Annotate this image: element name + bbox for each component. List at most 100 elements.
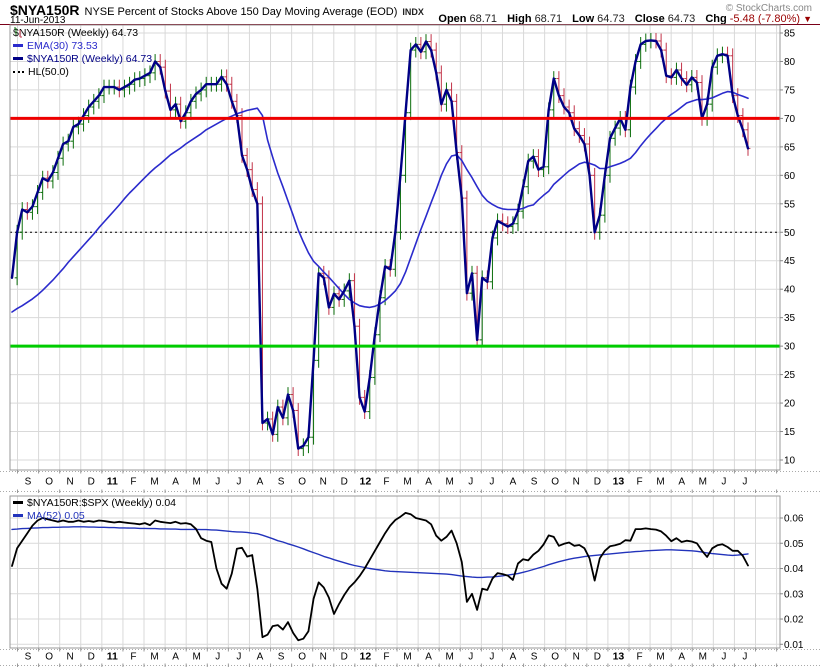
svg-text:A: A <box>510 652 517 663</box>
svg-text:20: 20 <box>784 399 796 410</box>
legend-ema-row: EMA(30) 73.53 <box>13 40 152 53</box>
svg-text:35: 35 <box>784 313 796 324</box>
svg-text:M: M <box>446 652 454 663</box>
svg-text:S: S <box>531 652 538 663</box>
svg-text:15: 15 <box>784 427 796 438</box>
svg-text:J: J <box>215 477 220 488</box>
svg-text:J: J <box>215 652 220 663</box>
svg-text:D: D <box>594 477 601 488</box>
svg-text:M: M <box>699 652 707 663</box>
svg-text:N: N <box>320 652 327 663</box>
svg-text:65: 65 <box>784 142 796 153</box>
svg-text:45: 45 <box>784 256 796 267</box>
hl-dotted-swatch <box>13 71 24 73</box>
price-chart-svg: 85 80 75 70 65 60 55 50 45 40 35 30 25 20 15 10 S O N D 11 F M… <box>0 24 820 667</box>
svg-text:N: N <box>573 652 580 663</box>
svg-text:60: 60 <box>784 171 796 182</box>
legend-closeline-row: $NYA150R (Weekly) 64.73 <box>13 53 152 66</box>
svg-text:F: F <box>636 477 642 488</box>
svg-text:M: M <box>150 477 158 488</box>
svg-text:O: O <box>298 652 306 663</box>
svg-text:A: A <box>172 477 179 488</box>
svg-text:A: A <box>425 652 432 663</box>
svg-text:J: J <box>489 652 494 663</box>
candlestick-icon <box>14 27 22 38</box>
svg-text:A: A <box>510 477 517 488</box>
svg-text:D: D <box>341 652 348 663</box>
svg-text:A: A <box>172 652 179 663</box>
stockcharts-page: $NYA150R NYSE Percent of Stocks Above 150… <box>0 0 820 668</box>
svg-text:D: D <box>341 477 348 488</box>
indicator-legend: $NYA150R:$SPX (Weekly) 0.04 MA(52) 0.05 <box>13 497 176 523</box>
svg-text:A: A <box>257 652 264 663</box>
legend-hl-label: HL(50.0) <box>28 66 69 78</box>
legend-price-row: $NYA150R (Weekly) 64.73 <box>13 27 152 40</box>
svg-text:M: M <box>656 477 664 488</box>
svg-text:O: O <box>45 652 53 663</box>
legend-ema-label: EMA(30) 73.53 <box>27 40 98 52</box>
svg-text:J: J <box>721 477 726 488</box>
svg-text:0.04: 0.04 <box>784 564 804 575</box>
svg-text:M: M <box>150 652 158 663</box>
svg-text:M: M <box>656 652 664 663</box>
legend-price-label: $NYA150R (Weekly) 64.73 <box>13 27 139 39</box>
svg-text:D: D <box>88 477 95 488</box>
svg-text:A: A <box>678 477 685 488</box>
svg-text:0.02: 0.02 <box>784 615 804 626</box>
svg-text:N: N <box>573 477 580 488</box>
svg-text:F: F <box>130 477 136 488</box>
svg-text:40: 40 <box>784 285 796 296</box>
svg-text:A: A <box>425 477 432 488</box>
svg-text:11: 11 <box>107 476 118 488</box>
close-line-swatch <box>13 57 23 60</box>
svg-text:J: J <box>721 652 726 663</box>
svg-text:0.05: 0.05 <box>784 539 804 550</box>
legend-closeline-label: $NYA150R (Weekly) 64.73 <box>27 53 153 65</box>
svg-text:O: O <box>298 477 306 488</box>
svg-text:12: 12 <box>360 651 372 663</box>
legend-ma-label: MA(52) 0.05 <box>27 510 85 522</box>
svg-text:J: J <box>489 477 494 488</box>
svg-text:O: O <box>551 477 559 488</box>
svg-text:N: N <box>320 477 327 488</box>
svg-text:11: 11 <box>107 651 118 663</box>
svg-text:0.06: 0.06 <box>784 514 804 525</box>
svg-text:O: O <box>45 477 53 488</box>
svg-text:30: 30 <box>784 342 796 353</box>
svg-text:J: J <box>468 652 473 663</box>
svg-text:A: A <box>257 477 264 488</box>
svg-text:M: M <box>699 477 707 488</box>
svg-text:D: D <box>594 652 601 663</box>
svg-text:M: M <box>403 652 411 663</box>
legend-ratio-row: $NYA150R:$SPX (Weekly) 0.04 <box>13 497 176 510</box>
main-month-axis: S O N D 11 F M A M J J A S O N D 12 F M A M J J A S O N D 13 F M A M J J <box>0 470 820 493</box>
svg-text:25: 25 <box>784 370 796 381</box>
svg-text:F: F <box>130 652 136 663</box>
svg-text:10: 10 <box>784 455 796 466</box>
svg-text:S: S <box>25 477 32 488</box>
legend-hl-row: HL(50.0) <box>13 66 152 79</box>
svg-text:13: 13 <box>613 476 625 488</box>
svg-text:J: J <box>468 477 473 488</box>
svg-text:75: 75 <box>784 85 796 96</box>
svg-text:70: 70 <box>784 114 796 125</box>
svg-text:S: S <box>531 477 538 488</box>
legend-ma-row: MA(52) 0.05 <box>13 510 176 523</box>
svg-text:M: M <box>193 477 201 488</box>
svg-text:N: N <box>67 652 74 663</box>
svg-text:M: M <box>403 477 411 488</box>
indicator-month-axis: S O N D 11 F M A M J J A S O N D 12 F M A M J J A S O N D 13 F M A M J J <box>0 648 820 667</box>
ratio-line-swatch <box>13 501 23 504</box>
svg-text:S: S <box>278 477 285 488</box>
svg-text:N: N <box>67 477 74 488</box>
svg-text:J: J <box>742 652 747 663</box>
svg-text:80: 80 <box>784 57 796 68</box>
legend-ratio-label: $NYA150R:$SPX (Weekly) 0.04 <box>27 497 177 509</box>
svg-text:F: F <box>636 652 642 663</box>
ma-line-swatch <box>13 514 23 517</box>
ema-line-swatch <box>13 44 23 47</box>
svg-text:0.03: 0.03 <box>784 589 804 600</box>
svg-text:M: M <box>446 477 454 488</box>
svg-text:S: S <box>278 652 285 663</box>
svg-text:J: J <box>236 477 241 488</box>
